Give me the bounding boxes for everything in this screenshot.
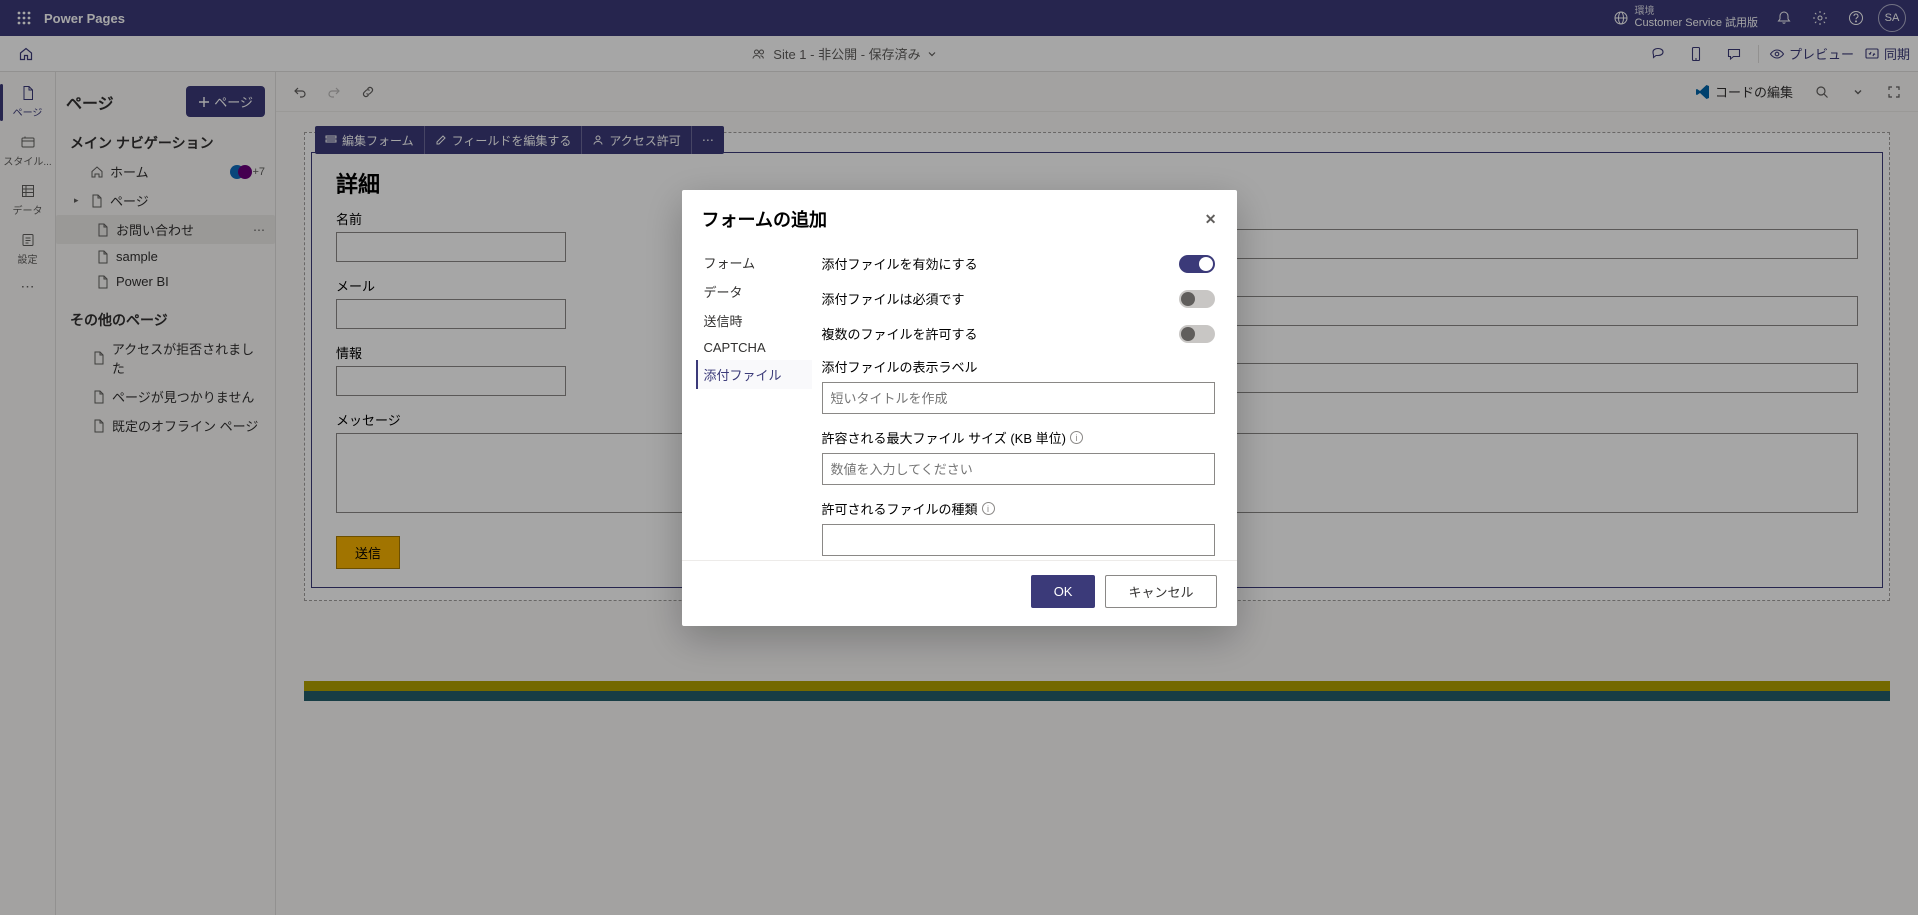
close-icon[interactable]: ✕ xyxy=(1205,211,1217,228)
add-form-dialog: フォームの追加 ✕ フォーム データ 送信時 CAPTCHA 添付ファイル 添付… xyxy=(682,190,1237,626)
allowed-types-input[interactable] xyxy=(822,524,1215,556)
modal-overlay: フォームの追加 ✕ フォーム データ 送信時 CAPTCHA 添付ファイル 添付… xyxy=(0,0,1918,915)
display-label-input[interactable] xyxy=(822,382,1215,414)
max-size-caption: 許容される最大ファイル サイズ (KB 単位) xyxy=(822,428,1066,447)
dialog-title: フォームの追加 xyxy=(702,206,827,232)
allow-multiple-label: 複数のファイルを許可する xyxy=(822,324,978,343)
enable-attach-label: 添付ファイルを有効にする xyxy=(822,254,978,273)
nav-attachments[interactable]: 添付ファイル xyxy=(696,360,812,389)
ok-button[interactable]: OK xyxy=(1031,575,1096,608)
allowed-types-caption: 許可されるファイルの種類 xyxy=(822,499,978,518)
max-size-input[interactable] xyxy=(822,453,1215,485)
nav-form[interactable]: フォーム xyxy=(696,248,812,277)
nav-captcha[interactable]: CAPTCHA xyxy=(696,335,812,360)
display-label-caption: 添付ファイルの表示ラベル xyxy=(822,357,1215,376)
info-icon[interactable]: i xyxy=(1070,431,1083,444)
attach-required-label: 添付ファイルは必須です xyxy=(822,289,965,308)
cancel-button[interactable]: キャンセル xyxy=(1105,575,1216,608)
nav-data[interactable]: データ xyxy=(696,277,812,306)
nav-on-submit[interactable]: 送信時 xyxy=(696,306,812,335)
allow-multiple-toggle[interactable] xyxy=(1179,325,1215,343)
enable-attach-toggle[interactable] xyxy=(1179,255,1215,273)
dialog-nav: フォーム データ 送信時 CAPTCHA 添付ファイル xyxy=(682,242,812,560)
attach-required-toggle[interactable] xyxy=(1179,290,1215,308)
info-icon[interactable]: i xyxy=(982,502,995,515)
